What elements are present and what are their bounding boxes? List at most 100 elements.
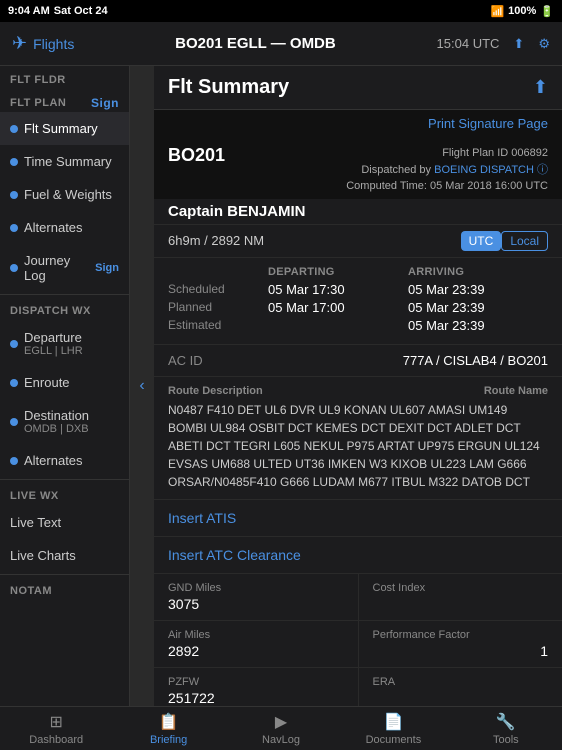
pzfw-val: 251722: [168, 690, 344, 706]
sidebar: FLT FLDR FLT PLAN Sign Flt Summary Time …: [0, 66, 130, 706]
sidebar-item-inner: Time Summary: [10, 154, 112, 169]
dot-icon: [10, 418, 18, 426]
live-wx-label: LIVE WX: [10, 490, 59, 502]
sidebar-item-destination[interactable]: Destination OMDB | DXB: [0, 399, 129, 444]
briefing-icon: 📋: [159, 712, 179, 732]
sidebar-item-time-summary[interactable]: Time Summary: [0, 145, 129, 178]
sidebar-item-alternates[interactable]: Alternates: [0, 211, 129, 244]
time-nm: 6h9m / 2892 NM: [168, 233, 264, 248]
journey-log-sign[interactable]: Sign: [95, 262, 119, 274]
tab-navlog[interactable]: ▶ NavLog: [225, 712, 337, 746]
flt-plan-sign[interactable]: Sign: [91, 96, 119, 110]
insert-atc[interactable]: Insert ATC Clearance: [154, 536, 562, 573]
sidebar-item-flt-summary[interactable]: Flt Summary: [0, 112, 129, 145]
scheduled-row: Scheduled 05 Mar 17:30 05 Mar 23:39: [168, 282, 548, 297]
sidebar-time-summary-label: Time Summary: [24, 154, 112, 169]
status-right: 📶 100% 🔋: [490, 5, 554, 18]
sidebar-item-enroute[interactable]: Enroute: [0, 366, 129, 399]
dispatch-name: BOEING DISPATCH: [434, 164, 534, 176]
computed-time: Computed Time: 05 Mar 2018 16:00 UTC: [346, 178, 548, 195]
departing-header: DEPARTING: [268, 266, 408, 278]
planned-label: Planned: [168, 300, 268, 314]
ac-id-val: 777A / CISLAB4 / BO201: [403, 353, 548, 368]
sidebar-fuel-weights-label: Fuel & Weights: [24, 187, 112, 202]
sidebar-item-inner: Departure EGLL | LHR: [10, 330, 83, 357]
sidebar-live-wx-charts-label: Live Charts: [10, 548, 76, 563]
upload-icon[interactable]: ⬆: [513, 36, 524, 52]
stats-row-2: Air Miles 2892 Performance Factor 1: [154, 621, 562, 668]
era-label: ERA: [373, 676, 549, 688]
settings-icon[interactable]: ⚙: [538, 36, 550, 52]
tools-icon: 🔧: [496, 712, 516, 732]
share-icon[interactable]: ⬆: [533, 77, 548, 98]
dot-icon: [10, 379, 18, 387]
route-section: Route Description Route Name N0487 F410 …: [154, 376, 562, 499]
sidebar-flt-summary-label: Flt Summary: [24, 121, 98, 136]
arr-planned-val: 05 Mar 23:39: [408, 300, 548, 315]
sidebar-item-departure[interactable]: Departure EGLL | LHR: [0, 321, 129, 366]
sidebar-item-inner: Alternates: [10, 220, 83, 235]
sidebar-destination-info: Destination OMDB | DXB: [24, 408, 89, 435]
dashboard-label: Dashboard: [29, 734, 83, 746]
local-button[interactable]: Local: [501, 231, 548, 251]
arr-scheduled-val: 05 Mar 23:39: [408, 282, 548, 297]
gnd-miles-cell: GND Miles 3075: [154, 574, 359, 620]
dot-icon: [10, 125, 18, 133]
sidebar-departure-info: Departure EGLL | LHR: [24, 330, 83, 357]
flt-plan-row: FLT PLAN Sign: [0, 90, 129, 112]
tab-dashboard[interactable]: ⊞ Dashboard: [0, 712, 112, 746]
tab-briefing[interactable]: 📋 Briefing: [112, 712, 224, 746]
sidebar-item-alternates-wx[interactable]: Alternates: [0, 444, 129, 477]
utc-button[interactable]: UTC: [461, 231, 502, 251]
briefing-label: Briefing: [150, 734, 187, 746]
wifi-icon: 📶: [490, 5, 504, 18]
print-signature-link[interactable]: Print Signature Page: [428, 116, 548, 131]
cost-index-label: Cost Index: [373, 582, 549, 594]
sidebar-enroute-label: Enroute: [24, 375, 70, 390]
perf-factor-cell: Performance Factor 1: [359, 621, 562, 667]
flight-plan-id: Flight Plan ID 006892: [346, 145, 548, 162]
sidebar-item-fuel-weights[interactable]: Fuel & Weights: [0, 178, 129, 211]
dot-icon: [10, 340, 18, 348]
tab-tools[interactable]: 🔧 Tools: [450, 712, 562, 746]
sidebar-departure-label: Departure: [24, 330, 83, 345]
dot-icon: [10, 158, 18, 166]
nav-bar: ✈ Flights BO201 EGLL — OMDB 15:04 UTC ⬆ …: [0, 22, 562, 66]
route-text: N0487 F410 DET UL6 DVR UL9 KONAN UL607 A…: [168, 401, 548, 491]
sidebar-live-wx-text-label: Live Text: [10, 515, 61, 530]
sidebar-item-live-wx-text[interactable]: Live Text: [0, 506, 129, 539]
tab-documents[interactable]: 📄 Documents: [337, 712, 449, 746]
insert-atis[interactable]: Insert ATIS: [154, 499, 562, 536]
sidebar-journey-log-label: Journey Log: [24, 253, 95, 283]
dep-arr-header: DEPARTING ARRIVING: [268, 266, 548, 278]
sidebar-destination-sub: OMDB | DXB: [24, 423, 89, 435]
tools-label: Tools: [493, 734, 519, 746]
cost-index-cell: Cost Index: [359, 574, 562, 620]
sidebar-item-inner: Alternates: [10, 453, 83, 468]
back-button[interactable]: Flights: [33, 36, 74, 52]
scheduled-label: Scheduled: [168, 282, 268, 296]
flight-meta: Flight Plan ID 006892 Dispatched by BOEI…: [346, 145, 548, 195]
dep-arr-table: DEPARTING ARRIVING Scheduled 05 Mar 17:3…: [154, 257, 562, 344]
estimated-label: Estimated: [168, 318, 268, 332]
navlog-label: NavLog: [262, 734, 300, 746]
sidebar-collapse-button[interactable]: ‹: [130, 66, 154, 706]
sidebar-item-inner: Flt Summary: [10, 121, 98, 136]
battery-status: 100%: [508, 5, 536, 17]
sidebar-destination-label: Destination: [24, 408, 89, 423]
tab-bar: ⊞ Dashboard 📋 Briefing ▶ NavLog 📄 Docume…: [0, 706, 562, 750]
dispatch-wx-label: DISPATCH WX: [10, 305, 91, 317]
captain-row: Captain BENJAMIN: [154, 199, 562, 224]
dispatched-by: Dispatched by BOEING DISPATCH ⓘ: [346, 162, 548, 179]
sidebar-item-journey-log[interactable]: Journey Log Sign: [0, 244, 129, 292]
planned-row: Planned 05 Mar 17:00 05 Mar 23:39: [168, 300, 548, 315]
sidebar-item-inner: Destination OMDB | DXB: [10, 408, 89, 435]
sidebar-item-live-wx-charts[interactable]: Live Charts: [0, 539, 129, 572]
status-day: Sat Oct 24: [54, 5, 108, 17]
dot-icon: [10, 457, 18, 465]
status-bar: 9:04 AM Sat Oct 24 📶 100% 🔋: [0, 0, 562, 22]
route-name-label: Route Name: [484, 385, 548, 397]
dispatched-by-text: Dispatched by: [361, 164, 434, 176]
dashboard-icon: ⊞: [50, 712, 63, 732]
gnd-miles-val: 3075: [168, 596, 344, 612]
